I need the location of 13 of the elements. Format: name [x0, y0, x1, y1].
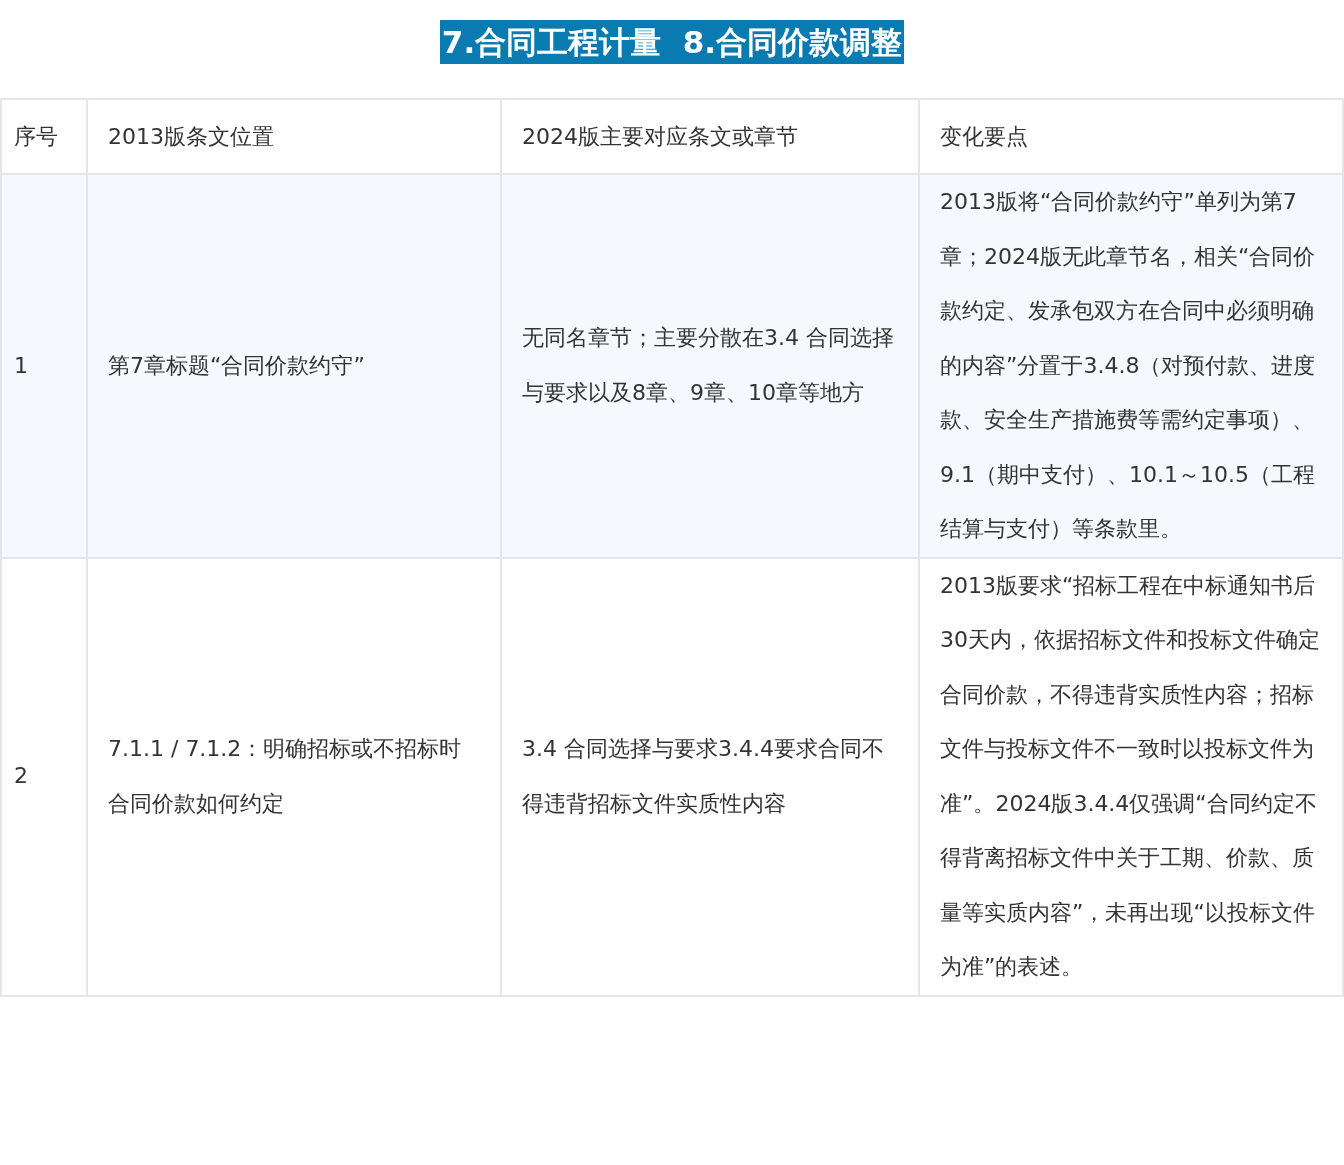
table-cell: 1 [1, 174, 87, 558]
table-cell: 第7章标题“合同价款约守” [87, 174, 501, 558]
column-header: 变化要点 [919, 99, 1343, 174]
table-cell: 2013版要求“招标工程在中标通知书后30天内，依据招标文件和投标文件确定合同价款，不得违背实质性内容；招标文件与投标文件不一致时以投标文件为准”。2024版3.4.4仅强调“合同约定不得背离招标文件中关于工期、价款、质量等实质内容”，未再出现“以投标文件为准”的表述。 [919, 557, 1343, 996]
section-title: 7.合同工程计量 8.合同价款调整 [439, 20, 905, 64]
column-header: 2024版主要对应条文或章节 [501, 99, 919, 174]
table-cell: 7.1.1 / 7.1.2：明确招标或不招标时合同价款如何约定 [87, 557, 501, 996]
table-cell: 3.4 合同选择与要求3.4.4要求合同不得违背招标文件实质性内容 [501, 557, 919, 996]
table-cell: 2013版将“合同价款约守”单列为第7章；2024版无此章节名，相关“合同价款约定、发承包双方在合同中必须明确的内容”分置于3.4.8（对预付款、进度款、安全生产措施费等需约定事项）、9.1（期中支付）、10.1～10.5（工程结算与支付）等条款里。 [919, 174, 1343, 558]
column-header: 2013版条文位置 [87, 99, 501, 174]
table-cell: 无同名章节；主要分散在3.4 合同选择与要求以及8章、9章、10章等地方 [501, 174, 919, 558]
table-cell: 2 [1, 557, 87, 996]
column-header: 序号 [1, 99, 87, 174]
